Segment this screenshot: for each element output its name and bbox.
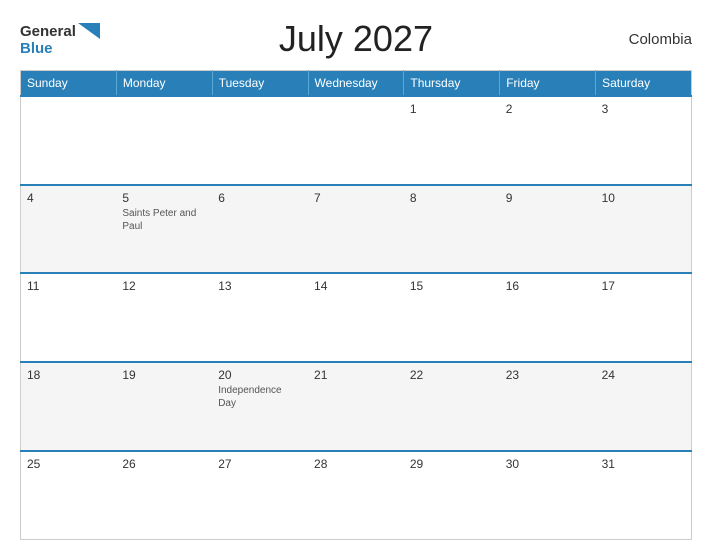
cell-week4-day3: 21 [308,362,404,451]
logo-blue-text: Blue [20,41,53,56]
calendar-header: Sunday Monday Tuesday Wednesday Thursday… [21,71,692,97]
cell-week4-day0: 18 [21,362,117,451]
cell-week5-day5: 30 [500,451,596,540]
cell-week5-day4: 29 [404,451,500,540]
logo-general-text: General [20,24,76,39]
day-number: 15 [410,279,494,293]
cell-week1-day1 [116,96,212,185]
cell-week1-day4: 1 [404,96,500,185]
week-row-4: 18 19 20 Independence Day 21 22 23 24 [21,362,692,451]
col-sunday: Sunday [21,71,117,97]
day-number: 23 [506,368,590,382]
cell-week3-day0: 11 [21,273,117,362]
cell-week4-day4: 22 [404,362,500,451]
day-number: 8 [410,191,494,205]
day-number: 3 [602,102,685,116]
col-monday: Monday [116,71,212,97]
cell-week3-day5: 16 [500,273,596,362]
day-number: 26 [122,457,206,471]
col-wednesday: Wednesday [308,71,404,97]
day-number: 5 [122,191,206,205]
col-saturday: Saturday [596,71,692,97]
logo-flag-icon [78,23,100,39]
week-row-5: 25 26 27 28 29 30 31 [21,451,692,540]
cell-week4-day2: 20 Independence Day [212,362,308,451]
day-number: 11 [27,279,110,293]
col-thursday: Thursday [404,71,500,97]
calendar-body: 12345Saints Peter and Paul67891011121314… [21,96,692,540]
cell-week3-day2: 13 [212,273,308,362]
cell-week5-day2: 27 [212,451,308,540]
day-number: 1 [410,102,494,116]
cell-week5-day1: 26 [116,451,212,540]
cell-week3-day3: 14 [308,273,404,362]
cell-week1-day3 [308,96,404,185]
day-number: 20 [218,368,302,382]
cell-week3-day1: 12 [116,273,212,362]
holiday-label: Independence Day [218,384,302,410]
cell-week2-day3: 7 [308,185,404,274]
country-label: Colombia [612,31,692,48]
header: General Blue July 2027 Colombia [20,18,692,60]
day-number: 9 [506,191,590,205]
calendar-table: Sunday Monday Tuesday Wednesday Thursday… [20,70,692,540]
day-number: 12 [122,279,206,293]
day-number: 7 [314,191,398,205]
cell-week1-day0 [21,96,117,185]
day-number: 13 [218,279,302,293]
holiday-label: Saints Peter and Paul [122,207,206,233]
cell-week4-day6: 24 [596,362,692,451]
cell-week5-day0: 25 [21,451,117,540]
cell-week2-day5: 9 [500,185,596,274]
cell-week2-day6: 10 [596,185,692,274]
day-number: 10 [602,191,685,205]
cell-week2-day0: 4 [21,185,117,274]
cell-week3-day4: 15 [404,273,500,362]
day-number: 28 [314,457,398,471]
cell-week1-day6: 3 [596,96,692,185]
cell-week5-day3: 28 [308,451,404,540]
calendar-title: July 2027 [100,18,612,60]
col-tuesday: Tuesday [212,71,308,97]
day-number: 18 [27,368,110,382]
day-number: 21 [314,368,398,382]
cell-week3-day6: 17 [596,273,692,362]
cell-week2-day1: 5 Saints Peter and Paul [116,185,212,274]
day-number: 14 [314,279,398,293]
week-row-3: 11 12 13 14 15 16 17 [21,273,692,362]
cell-week5-day6: 31 [596,451,692,540]
day-number: 29 [410,457,494,471]
day-number: 17 [602,279,685,293]
day-number: 31 [602,457,685,471]
day-number: 25 [27,457,110,471]
day-number: 30 [506,457,590,471]
day-number: 16 [506,279,590,293]
day-number: 22 [410,368,494,382]
day-headers-row: Sunday Monday Tuesday Wednesday Thursday… [21,71,692,97]
cell-week1-day2 [212,96,308,185]
week-row-1: 123 [21,96,692,185]
day-number: 6 [218,191,302,205]
cell-week2-day2: 6 [212,185,308,274]
week-row-2: 45 Saints Peter and Paul 6789 10 [21,185,692,274]
logo: General Blue [20,23,100,56]
cell-week4-day1: 19 [116,362,212,451]
day-number: 27 [218,457,302,471]
day-number: 24 [602,368,685,382]
cell-week4-day5: 23 [500,362,596,451]
cell-week1-day5: 2 [500,96,596,185]
day-number: 4 [27,191,110,205]
page: General Blue July 2027 Colombia Sunday M… [0,0,712,550]
day-number: 19 [122,368,206,382]
col-friday: Friday [500,71,596,97]
cell-week2-day4: 8 [404,185,500,274]
day-number: 2 [506,102,590,116]
